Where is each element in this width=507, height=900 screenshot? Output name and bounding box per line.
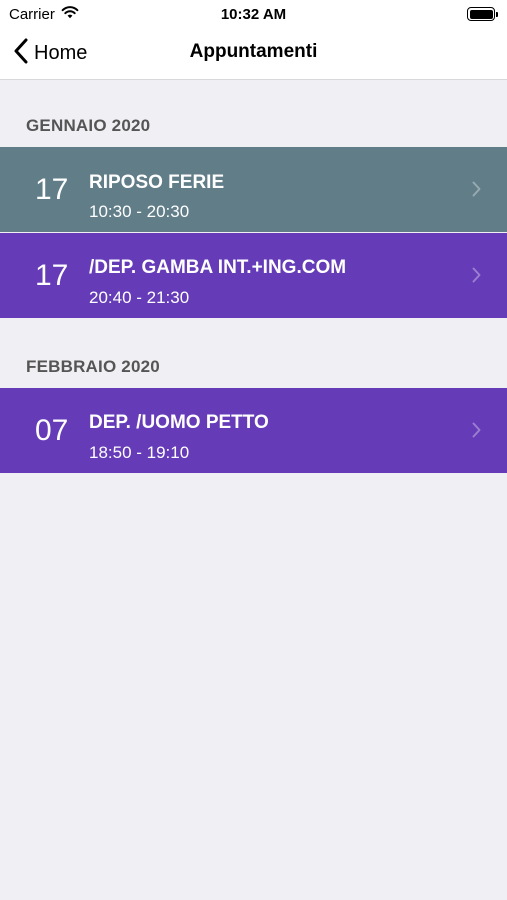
appointment-time: 20:40 - 21:30 [89,288,190,307]
appointment-time: 10:30 - 20:30 [89,202,190,221]
appointment-title: DEP. /UOMO PETTO [89,412,269,433]
navigation-bar: Home Appuntamenti [0,28,507,80]
appointment-title: RIPOSO FERIE [89,172,225,193]
appointment-title: /DEP. GAMBA INT.+ING.COM [89,257,347,278]
section-header-febbraio: FEBBRAIO 2020 [26,357,160,376]
appointment-day: 17 [35,258,69,292]
chevron-right-icon [472,267,481,288]
appointment-time: 18:50 - 19:10 [89,443,190,462]
appointment-row[interactable]: 17 /DEP. GAMBA INT.+ING.COM 20:40 - 21:3… [0,233,507,318]
appointment-row[interactable]: 07 DEP. /UOMO PETTO 18:50 - 19:10 [0,388,507,473]
chevron-right-icon [472,422,481,443]
battery-icon [467,7,498,21]
wifi-icon [61,5,79,23]
appointment-day: 17 [35,172,69,206]
status-left: Carrier [9,5,79,23]
page-title: Appuntamenti [189,41,318,62]
appointment-day: 07 [35,413,69,447]
appointment-row[interactable]: 17 RIPOSO FERIE 10:30 - 20:30 [0,147,507,232]
carrier-label: Carrier [9,5,55,23]
status-bar: Carrier 10:32 AM [0,0,507,28]
chevron-right-icon [472,181,481,202]
section-header-gennaio: GENNAIO 2020 [26,116,151,135]
